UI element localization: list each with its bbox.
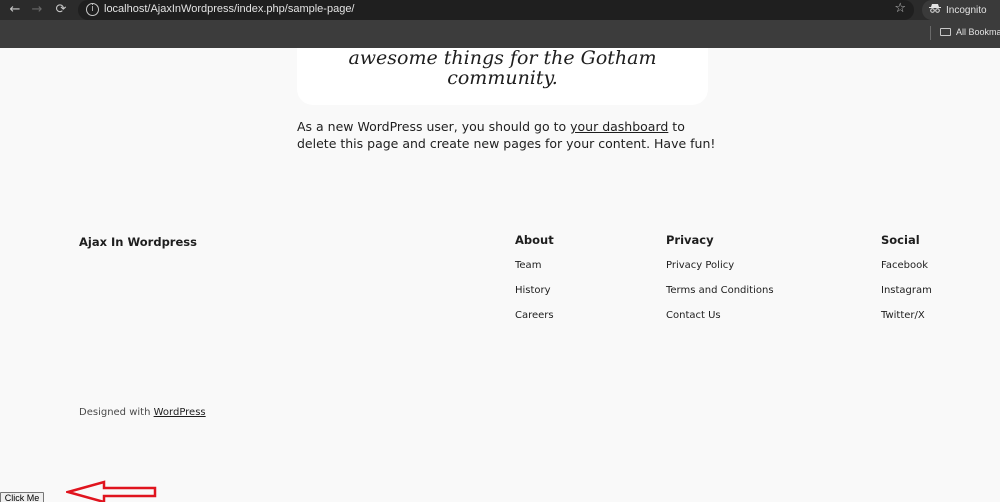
- reload-icon[interactable]: ⟳: [52, 1, 70, 19]
- footer-link-contact[interactable]: Contact Us: [666, 310, 774, 324]
- footer-link-team[interactable]: Team: [515, 260, 554, 274]
- footer-link-twitter[interactable]: Twitter/X: [881, 310, 932, 324]
- wordpress-link[interactable]: WordPress: [154, 407, 206, 418]
- incognito-icon: [929, 0, 941, 20]
- footer-heading-social: Social: [881, 233, 920, 247]
- url-text[interactable]: localhost/AjaxInWordpress/index.php/samp…: [104, 3, 355, 15]
- all-bookmarks-label: All Bookmarks: [956, 27, 1000, 37]
- quote-card: awesome things for the Gotham community.: [297, 48, 708, 105]
- footer-link-facebook[interactable]: Facebook: [881, 260, 932, 274]
- intro-text-before: As a new WordPress user, you should go t…: [297, 119, 571, 134]
- browser-chrome: ← → ⟳ i localhost/AjaxInWordpress/index.…: [0, 0, 1000, 48]
- footer-link-privacy-policy[interactable]: Privacy Policy: [666, 260, 774, 274]
- bookmark-star-icon[interactable]: ☆: [894, 1, 906, 16]
- footer-link-careers[interactable]: Careers: [515, 310, 554, 324]
- footer-site-title[interactable]: Ajax In Wordpress: [79, 235, 197, 249]
- red-arrow-shape: [66, 480, 157, 502]
- site-info-icon[interactable]: i: [86, 3, 99, 16]
- footer-credit: Designed with WordPress: [79, 407, 206, 418]
- footer-heading-about: About: [515, 233, 554, 247]
- click-me-button[interactable]: Click Me: [0, 492, 44, 502]
- incognito-badge[interactable]: Incognito: [922, 0, 1000, 20]
- browser-toolbar: ← → ⟳ i localhost/AjaxInWordpress/index.…: [0, 0, 1000, 20]
- intro-paragraph: As a new WordPress user, you should go t…: [297, 118, 717, 152]
- footer-column-privacy: Privacy Privacy Policy Terms and Conditi…: [666, 233, 774, 324]
- back-arrow-icon[interactable]: ←: [6, 1, 24, 19]
- footer-link-terms[interactable]: Terms and Conditions: [666, 285, 774, 299]
- forward-arrow-icon[interactable]: →: [28, 1, 46, 19]
- all-bookmarks-button[interactable]: All Bookmarks: [940, 27, 1000, 37]
- bookmarks-separator: [930, 26, 931, 40]
- incognito-label: Incognito: [946, 5, 987, 16]
- incognito-icon-svg: [929, 4, 941, 13]
- footer-column-social: Social Facebook Instagram Twitter/X: [881, 233, 932, 324]
- red-arrow-annotation: [66, 480, 157, 502]
- footer-link-history[interactable]: History: [515, 285, 554, 299]
- footer-heading-privacy: Privacy: [666, 233, 714, 247]
- credit-prefix: Designed with: [79, 407, 154, 418]
- dashboard-link[interactable]: your dashboard: [570, 119, 668, 134]
- footer-column-about: About Team History Careers: [515, 233, 554, 324]
- folder-icon: [940, 28, 951, 36]
- address-bar[interactable]: i localhost/AjaxInWordpress/index.php/sa…: [78, 0, 914, 20]
- quote-text: awesome things for the Gotham community.: [348, 47, 657, 89]
- footer-link-instagram[interactable]: Instagram: [881, 285, 932, 299]
- bookmarks-bar: [0, 20, 1000, 48]
